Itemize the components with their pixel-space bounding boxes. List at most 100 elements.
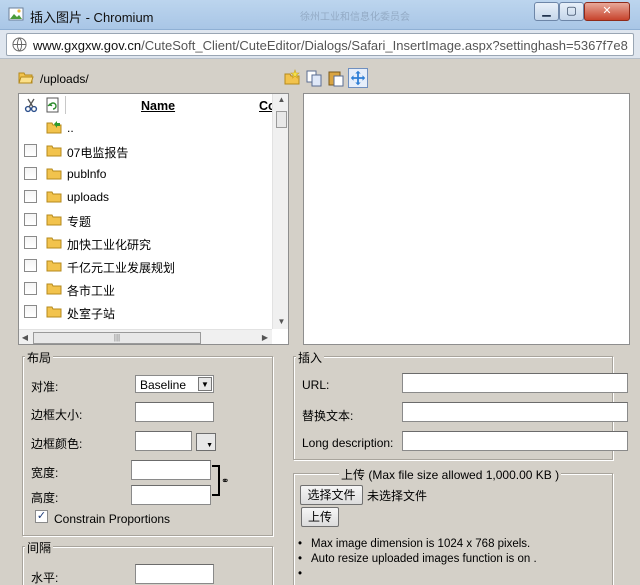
column-header-name[interactable]: Name <box>141 99 175 113</box>
scroll-left-arrow-icon[interactable]: ◀ <box>19 332 31 344</box>
alt-text-input[interactable] <box>402 402 628 422</box>
file-list-header: Name Co <box>19 94 276 116</box>
aspect-lock-bracket <box>212 465 220 496</box>
close-button[interactable]: ✕ <box>584 2 630 21</box>
url-text: www.gxgxw.gov.cn/CuteSoft_Client/CuteEdi… <box>33 38 628 53</box>
url-path: /CuteSoft_Client/CuteEditor/Dialogs/Safa… <box>141 38 628 53</box>
upload-notes: Max image dimension is 1024 x 768 pixels… <box>298 538 537 583</box>
current-path-text: /uploads/ <box>40 72 89 86</box>
folder-icon <box>46 191 62 203</box>
scroll-up-arrow-icon[interactable]: ▲ <box>273 94 288 106</box>
item-checkbox[interactable] <box>24 190 37 203</box>
cut-icon[interactable] <box>23 97 39 113</box>
height-label: 高度: <box>31 491 59 505</box>
border-color-input[interactable] <box>135 431 192 451</box>
open-folder-icon <box>18 72 34 84</box>
choose-file-button[interactable]: 选择文件 <box>300 485 363 505</box>
align-select[interactable]: Baseline ▼ <box>135 375 214 393</box>
maximize-button[interactable]: ▢ <box>559 2 584 21</box>
scroll-thumb[interactable]: ||| <box>33 332 201 344</box>
long-description-label: Long description: <box>302 436 394 450</box>
width-label: 宽度: <box>31 466 59 480</box>
list-item-label: uploads <box>67 190 110 204</box>
border-size-label: 边框大小: <box>31 408 83 422</box>
note-item: Max image dimension is 1024 x 768 pixels… <box>298 538 537 553</box>
note-item: Auto resize uploaded images function is … <box>298 553 537 568</box>
folder-icon <box>46 168 62 180</box>
list-item[interactable]: 千亿元工业发展规划 <box>19 255 272 278</box>
item-checkbox[interactable] <box>24 305 37 318</box>
width-input[interactable] <box>131 460 211 480</box>
item-checkbox[interactable] <box>24 213 37 226</box>
address-bar: www.gxgxw.gov.cn/CuteSoft_Client/CuteEdi… <box>0 30 640 59</box>
horizontal-spacing-label: 水平: <box>31 571 59 585</box>
list-item[interactable]: 加快工业化研究 <box>19 232 272 255</box>
item-checkbox[interactable] <box>24 282 37 295</box>
horizontal-scrollbar[interactable]: ◀ ||| ▶ <box>19 329 272 344</box>
header-divider <box>65 96 66 114</box>
height-input[interactable] <box>131 485 211 505</box>
color-picker-button[interactable]: ▼ <box>196 433 216 451</box>
constrain-proportions-checkbox[interactable]: ✓ <box>35 510 48 523</box>
item-checkbox[interactable] <box>24 144 37 157</box>
vertical-scrollbar[interactable]: ▲ ▼ <box>272 94 288 329</box>
url-label: URL: <box>302 378 330 392</box>
link-icon[interactable]: ⚭ <box>221 476 229 487</box>
long-description-input[interactable] <box>402 431 628 451</box>
minimize-button[interactable]: ▁ <box>534 2 559 21</box>
border-color-label: 边框颜色: <box>31 437 83 451</box>
list-item-label: 07电监报告 <box>67 146 129 160</box>
list-item-label: 处室子站 <box>67 307 116 321</box>
upload-button[interactable]: 上传 <box>301 507 339 527</box>
spacing-legend: 间隔 <box>25 539 54 556</box>
chevron-down-icon[interactable]: ▼ <box>198 377 212 391</box>
list-item-label: publnfo <box>67 167 107 181</box>
list-item[interactable]: 专题 <box>19 209 272 232</box>
paste-icon[interactable] <box>326 68 346 88</box>
note-item <box>298 568 537 583</box>
url-domain: www.gxgxw.gov.cn <box>33 38 142 53</box>
folder-icon <box>46 214 62 226</box>
alt-text-label: 替换文本: <box>302 409 354 423</box>
list-item[interactable]: 处室子站 <box>19 301 272 324</box>
list-item[interactable]: uploads <box>19 186 272 209</box>
image-app-icon <box>8 7 24 21</box>
item-checkbox[interactable] <box>24 236 37 249</box>
layout-legend: 布局 <box>25 349 54 366</box>
image-preview-pane <box>303 93 630 345</box>
folder-icon <box>46 306 62 318</box>
no-file-chosen-text: 未选择文件 <box>367 489 428 503</box>
list-item-label: 各市工业 <box>67 284 116 298</box>
color-picker-icon: ▼ <box>206 442 213 449</box>
folder-icon <box>46 145 62 157</box>
url-input[interactable] <box>402 373 628 393</box>
list-item-label: .. <box>67 121 74 135</box>
list-item-label: 千亿元工业发展规划 <box>67 261 176 275</box>
list-item[interactable]: 07电监报告 <box>19 140 272 163</box>
align-select-value: Baseline <box>140 378 187 392</box>
move-icon[interactable] <box>348 68 368 88</box>
item-checkbox[interactable] <box>24 259 37 272</box>
horizontal-spacing-input[interactable] <box>135 564 214 584</box>
copy-icon[interactable] <box>304 68 324 88</box>
page-info-icon[interactable] <box>12 37 27 52</box>
window-title: 插入图片 - Chromium <box>30 10 154 25</box>
refresh-icon[interactable] <box>45 97 61 113</box>
parent-folder-icon <box>46 121 62 134</box>
url-field[interactable]: www.gxgxw.gov.cn/CuteSoft_Client/CuteEdi… <box>6 33 634 56</box>
scroll-down-arrow-icon[interactable]: ▼ <box>273 316 288 328</box>
scroll-right-arrow-icon[interactable]: ▶ <box>259 332 271 344</box>
item-checkbox[interactable] <box>24 167 37 180</box>
window-titlebar: 插入图片 - Chromium 徐州工业和信息化委员会 ▁ ▢ ✕ <box>0 0 640 30</box>
new-folder-icon[interactable] <box>282 68 302 88</box>
file-list: Name Co .. 07电监报告 publnfo uploads 专题 加快工… <box>18 93 289 345</box>
list-item-label: 加快工业化研究 <box>67 238 152 252</box>
constrain-proportions-label: Constrain Proportions <box>54 512 171 526</box>
border-size-input[interactable] <box>135 402 214 422</box>
list-item[interactable]: 各市工业 <box>19 278 272 301</box>
align-label: 对准: <box>31 380 59 394</box>
scroll-thumb[interactable] <box>276 111 287 128</box>
list-item-parent[interactable]: .. <box>19 117 272 140</box>
folder-icon <box>46 260 62 272</box>
list-item[interactable]: publnfo <box>19 163 272 186</box>
